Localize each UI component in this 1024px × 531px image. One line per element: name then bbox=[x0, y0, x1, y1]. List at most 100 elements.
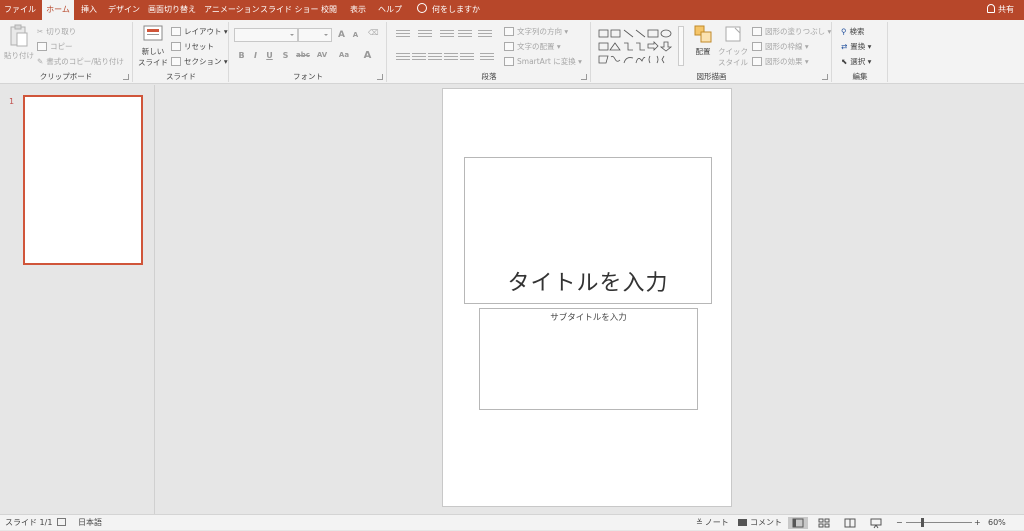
justify-icon[interactable] bbox=[444, 51, 458, 61]
slides-group-label: スライド bbox=[166, 72, 196, 81]
slide-canvas[interactable]: タイトルを入力 サブタイトルを入力 bbox=[442, 88, 732, 507]
slide-thumbnail[interactable] bbox=[23, 95, 143, 265]
reading-view-button[interactable] bbox=[840, 517, 860, 529]
numbering-icon[interactable] bbox=[418, 28, 432, 38]
bullets-icon[interactable] bbox=[396, 28, 410, 38]
paste-button[interactable]: 貼り付け bbox=[4, 24, 34, 70]
grow-font-button[interactable]: A bbox=[336, 30, 347, 40]
copy-button[interactable]: コピー bbox=[37, 41, 73, 52]
change-case-button[interactable]: Aa bbox=[336, 51, 352, 59]
increase-indent-icon[interactable] bbox=[458, 28, 472, 38]
paragraph-launcher-icon[interactable] bbox=[581, 74, 587, 80]
subtitle-placeholder-text: サブタイトルを入力 bbox=[550, 313, 627, 323]
eraser-icon: ⌫ bbox=[368, 28, 379, 37]
shape-effects-button[interactable]: 図形の効果 ▾ bbox=[752, 56, 809, 67]
layout-label: レイアウト bbox=[184, 27, 222, 36]
replace-label: 置換 bbox=[850, 42, 866, 51]
tab-insert[interactable]: 挿入 bbox=[78, 0, 100, 20]
tab-file[interactable]: ファイル bbox=[0, 0, 40, 20]
shapes-gallery-icons bbox=[598, 29, 673, 64]
shapes-gallery-scroll[interactable] bbox=[678, 26, 684, 66]
section-button[interactable]: セクション ▾ bbox=[171, 56, 228, 67]
arrange-label: 配置 bbox=[695, 47, 711, 56]
format-painter-label: 書式のコピー/貼り付け bbox=[46, 57, 124, 66]
smartart-icon bbox=[504, 57, 514, 66]
strikethrough-button[interactable]: abc bbox=[294, 51, 312, 59]
tab-transitions[interactable]: 画面切り替え bbox=[148, 0, 196, 20]
clipboard-launcher-icon[interactable] bbox=[123, 74, 129, 80]
share-label: 共有 bbox=[998, 5, 1014, 14]
italic-button[interactable]: I bbox=[250, 51, 261, 60]
underline-button[interactable]: U bbox=[264, 51, 275, 60]
layout-icon bbox=[171, 27, 181, 36]
smartart-button[interactable]: SmartArt に変換 ▾ bbox=[504, 56, 582, 67]
char-spacing-button[interactable]: AV bbox=[314, 51, 330, 59]
quick-styles-button[interactable]: クイック スタイル bbox=[718, 24, 748, 70]
tab-animations[interactable]: アニメーション bbox=[204, 0, 260, 20]
zoom-out-button[interactable]: − bbox=[896, 515, 903, 531]
clear-format-button[interactable]: ⌫ bbox=[368, 28, 382, 40]
distributed-icon[interactable] bbox=[460, 51, 474, 61]
ribbon: 貼り付け ✂ 切り取り コピー ✎ 書式のコピー/貼り付け クリップボード 新しい … bbox=[0, 20, 1024, 84]
projector-icon bbox=[870, 518, 882, 529]
find-button[interactable]: ⚲ 検索 bbox=[841, 26, 865, 37]
spell-check-icon[interactable] bbox=[57, 515, 66, 531]
quick-styles-label-1: クイック bbox=[718, 47, 748, 56]
cut-button[interactable]: ✂ 切り取り bbox=[37, 26, 76, 37]
replace-button[interactable]: ⇄ 置換 ▾ bbox=[841, 41, 871, 52]
shrink-font-button[interactable]: A bbox=[350, 31, 361, 39]
shapes-gallery[interactable] bbox=[598, 28, 676, 66]
bold-button[interactable]: B bbox=[236, 51, 247, 60]
font-color-button[interactable]: A bbox=[362, 50, 373, 61]
decrease-indent-icon[interactable] bbox=[440, 28, 454, 38]
text-direction-button[interactable]: 文字列の方向 ▾ bbox=[504, 26, 568, 37]
zoom-level[interactable]: 60% bbox=[988, 515, 1006, 531]
subtitle-placeholder[interactable]: サブタイトルを入力 bbox=[479, 308, 698, 410]
align-text-button[interactable]: 文字の配置 ▾ bbox=[504, 41, 561, 52]
normal-view-icon bbox=[792, 518, 804, 528]
notes-label: ノート bbox=[704, 518, 729, 527]
new-slide-button[interactable]: 新しい スライド bbox=[138, 24, 168, 70]
text-direction-icon bbox=[504, 27, 514, 36]
tab-home[interactable]: ホーム bbox=[42, 0, 74, 20]
zoom-in-button[interactable]: + bbox=[974, 515, 981, 531]
font-size-combo[interactable] bbox=[298, 28, 332, 42]
comments-button[interactable]: コメント bbox=[738, 515, 782, 531]
font-name-combo[interactable] bbox=[234, 28, 298, 42]
zoom-slider-thumb[interactable] bbox=[921, 518, 924, 527]
arrange-button[interactable]: 配置 bbox=[688, 24, 718, 70]
select-button[interactable]: ⬉ 選択 ▾ bbox=[841, 56, 871, 67]
line-spacing-icon[interactable] bbox=[478, 28, 492, 38]
tab-view[interactable]: 表示 bbox=[346, 0, 370, 20]
shape-effects-label: 図形の効果 bbox=[765, 57, 803, 66]
title-placeholder[interactable]: タイトルを入力 bbox=[464, 157, 712, 304]
zoom-slider-track[interactable] bbox=[906, 522, 972, 523]
tab-review[interactable]: 校閲 bbox=[318, 0, 340, 20]
notes-button[interactable]: ≚ ノート bbox=[696, 515, 729, 531]
tell-me-search[interactable]: 何をしますか bbox=[417, 0, 480, 20]
shape-fill-button[interactable]: 図形の塗りつぶし ▾ bbox=[752, 26, 831, 37]
slide-sorter-button[interactable] bbox=[814, 517, 834, 529]
align-left-icon[interactable] bbox=[396, 51, 410, 61]
tab-slideshow[interactable]: スライド ショー bbox=[260, 0, 319, 20]
shape-outline-button[interactable]: 図形の枠線 ▾ bbox=[752, 41, 809, 52]
reset-button[interactable]: リセット bbox=[171, 41, 214, 52]
shadow-button[interactable]: S bbox=[280, 51, 291, 60]
align-text-icon bbox=[504, 42, 514, 51]
normal-view-button[interactable] bbox=[788, 517, 808, 529]
drawing-launcher-icon[interactable] bbox=[822, 74, 828, 80]
slideshow-view-button[interactable] bbox=[866, 517, 886, 529]
language-indicator[interactable]: 日本語 bbox=[78, 515, 102, 531]
share-button[interactable]: 共有 bbox=[987, 0, 1014, 20]
reading-view-icon bbox=[844, 518, 856, 528]
layout-button[interactable]: レイアウト ▾ bbox=[171, 26, 228, 37]
editing-group: ⚲ 検索 ⇄ 置換 ▾ ⬉ 選択 ▾ 編集 bbox=[833, 22, 888, 82]
columns-icon[interactable] bbox=[480, 51, 494, 61]
font-launcher-icon[interactable] bbox=[377, 74, 383, 80]
tab-design[interactable]: デザイン bbox=[108, 0, 140, 20]
tab-help[interactable]: ヘルプ bbox=[376, 0, 404, 20]
format-painter-button[interactable]: ✎ 書式のコピー/貼り付け bbox=[37, 56, 124, 67]
comment-icon bbox=[738, 519, 747, 526]
align-right-icon[interactable] bbox=[428, 51, 442, 61]
align-center-icon[interactable] bbox=[412, 51, 426, 61]
